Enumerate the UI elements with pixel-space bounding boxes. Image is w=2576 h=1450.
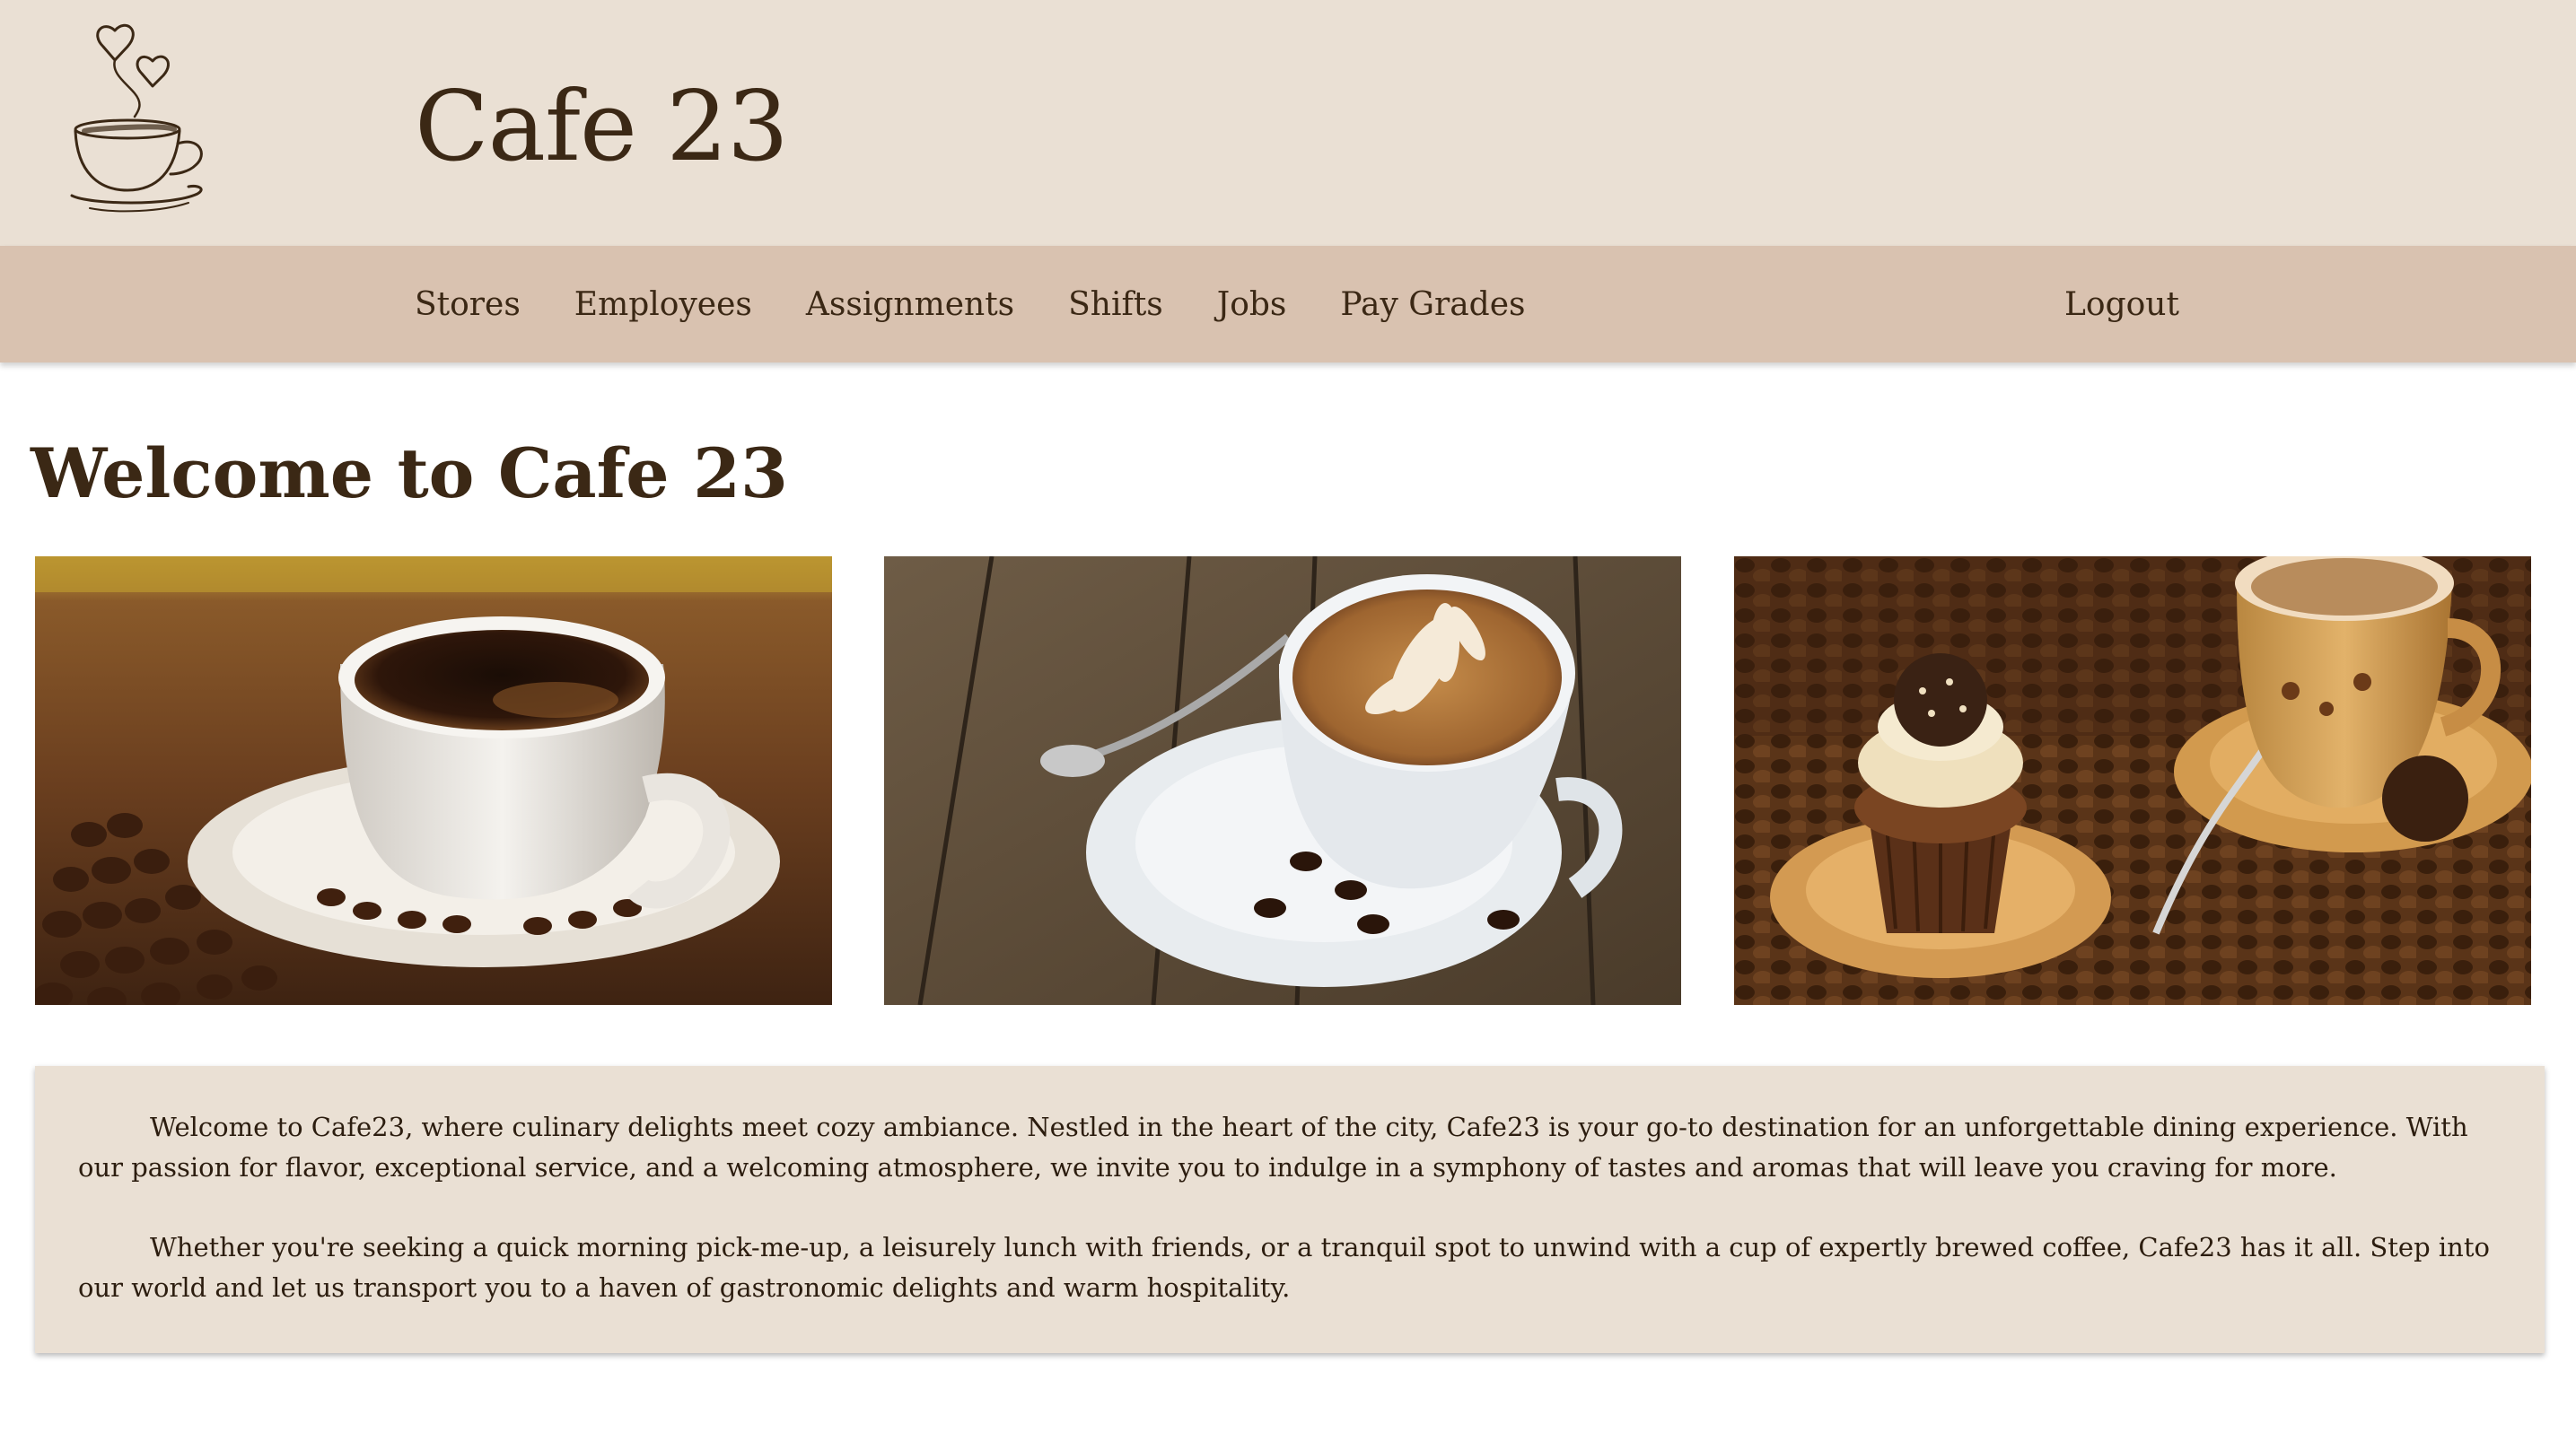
intro-paragraph: Welcome to Cafe23, where culinary deligh… <box>78 1112 2468 1183</box>
black-coffee-photo <box>35 556 832 1005</box>
nav-item-pay-grades[interactable]: Pay Grades <box>1313 286 1552 323</box>
latte-art-photo <box>884 556 1681 1005</box>
nav-item-shifts[interactable]: Shifts <box>1041 286 1190 323</box>
main-nav: Stores Employees Assignments Shifts Jobs… <box>0 246 2576 362</box>
nav-item-stores[interactable]: Stores <box>388 286 548 323</box>
nav-item-employees[interactable]: Employees <box>548 286 779 323</box>
site-header: Cafe 23 <box>0 0 2576 246</box>
intro-paragraph: Whether you're seeking a quick morning p… <box>78 1232 2490 1303</box>
nav-item-assignments[interactable]: Assignments <box>779 286 1041 323</box>
page-heading: Welcome to Cafe 23 <box>31 433 788 513</box>
site-title: Cafe 23 <box>415 71 789 183</box>
logout-link[interactable]: Logout <box>2037 246 2206 362</box>
coffee-cupcake-photo <box>1734 556 2531 1005</box>
coffee-cup-hearts-icon[interactable] <box>63 11 215 215</box>
welcome-intro: Welcome to Cafe23, where culinary deligh… <box>35 1066 2545 1353</box>
nav-list: Stores Employees Assignments Shifts Jobs… <box>388 246 1553 362</box>
nav-item-jobs[interactable]: Jobs <box>1190 286 1314 323</box>
